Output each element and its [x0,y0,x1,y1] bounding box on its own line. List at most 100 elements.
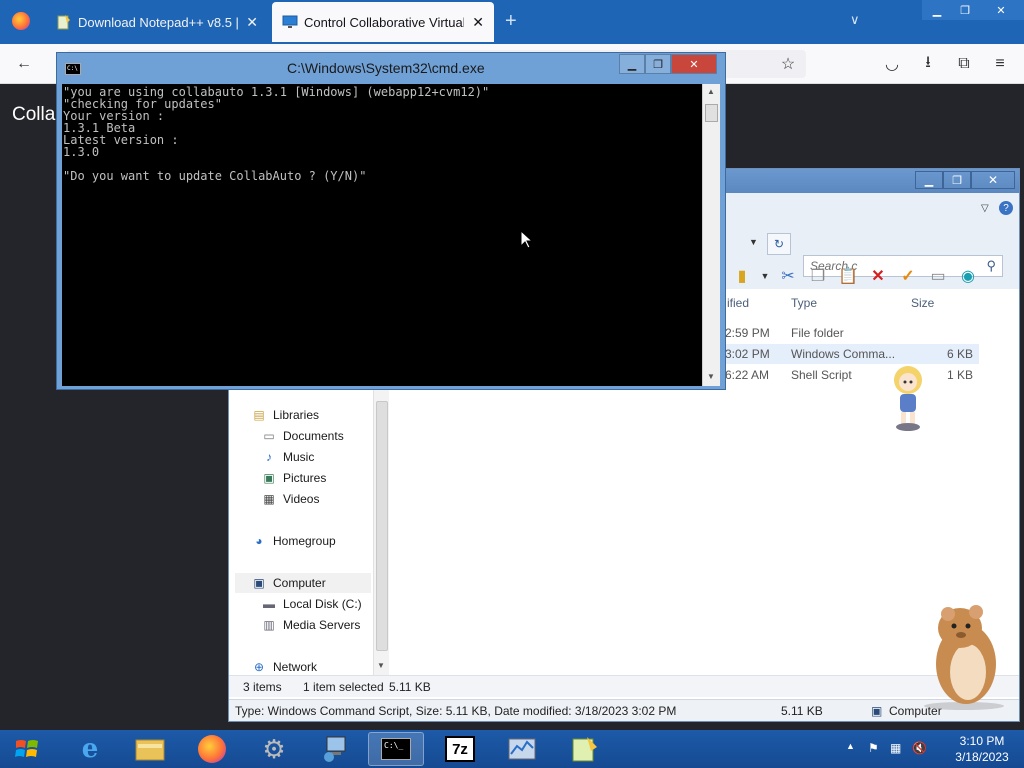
taskbar-app-file-explorer[interactable] [122,732,178,766]
column-header-date-modified[interactable]: ified [727,296,749,310]
item-count: 3 items [243,680,282,694]
nav-item-libraries[interactable]: ▤ Libraries [251,405,319,425]
close-icon[interactable]: ✕ [971,171,1015,189]
command-prompt-icon: C:\_ [381,738,411,760]
computer-icon: ▣ [253,576,265,590]
nav-label: Computer [273,576,326,590]
minimize-icon[interactable]: ▁ [619,54,645,74]
file-row[interactable]: 3:02 PM Windows Comma... 6 KB [719,344,979,364]
homegroup-icon: ◕ [255,534,263,548]
delete-icon[interactable]: ✕ [865,265,891,287]
taskbar-app-network-monitor[interactable] [494,732,550,766]
cmd-app-icon[interactable]: C:\ [65,63,81,75]
nav-item-computer[interactable]: ▣ Computer [235,573,371,593]
tab-close-icon[interactable]: ✕ [472,14,484,31]
view-dropdown-icon[interactable]: ▼ [759,265,771,287]
details-text: Type: Windows Command Script, Size: 5.11… [235,704,677,718]
address-dropdown-icon[interactable]: ▼ [749,237,758,247]
refresh-icon[interactable]: ↻ [767,233,791,255]
minimize-icon[interactable]: ▁ [915,171,943,189]
status-bar: 3 items 1 item selected 5.11 KB [229,675,1019,697]
taskbar-app-remote-desktop[interactable] [308,732,364,766]
nav-item-network[interactable]: ⊕ Network [251,657,317,677]
folder-view-icon[interactable]: ▮ [729,265,755,287]
firefox-menu-icon[interactable] [12,12,30,30]
taskbar-app-7zip[interactable]: 7z [432,732,488,766]
scroll-up-arrow-icon[interactable]: ▲ [707,87,715,96]
help-icon[interactable]: ? [999,201,1013,215]
taskbar-app-control-panel[interactable]: ⚙ [246,732,302,766]
desktop-pet-girl-icon[interactable] [886,364,930,432]
file-explorer-icon [135,739,165,761]
file-size: 6 KB [946,347,973,361]
nav-item-documents[interactable]: ▭ Documents [261,426,343,446]
console-scrollbar[interactable]: ▲ ▼ [702,84,720,386]
column-header-size[interactable]: Size [911,296,934,310]
ribbon-chevron-icon[interactable]: ▽ [981,203,989,214]
close-icon[interactable]: ✕ [671,54,717,74]
tab-notepadpp-download[interactable]: Download Notepad++ v8.5 | No ✕ [46,2,268,42]
cmd-titlebar[interactable]: C:\ C:\Windows\System32\cmd.exe ▁ ❐ ✕ [57,53,725,83]
maximize-icon[interactable]: ❐ [645,54,671,74]
nav-item-homegroup[interactable]: ◕ Homegroup [251,531,335,551]
rename-icon[interactable]: ▭ [925,265,951,287]
explorer-window-controls: ▁ ❐ ✕ [915,171,1015,189]
browser-tab-bar: Download Notepad++ v8.5 | No ✕ Control C… [0,0,1024,44]
column-header-type[interactable]: Type [791,296,817,310]
scroll-down-arrow-icon[interactable]: ▼ [707,372,715,381]
network-icon[interactable]: ◉ [955,265,981,287]
tab-title: Control Collaborative Virtual M [304,14,465,30]
copy-icon[interactable]: ❐ [805,265,831,287]
downloads-icon[interactable]: ⭳ [916,52,940,76]
close-icon[interactable]: ✕ [978,0,1024,20]
new-tab-icon[interactable]: + [505,10,517,33]
tab-close-icon[interactable]: ✕ [246,14,258,31]
paste-icon[interactable]: 📋 [835,265,861,287]
bookmark-star-icon[interactable]: ☆ [776,52,800,76]
taskbar-app-command-prompt[interactable]: C:\_ [368,732,424,766]
nav-item-pictures[interactable]: ▣ Pictures [261,468,326,488]
libraries-icon: ▤ [253,408,265,422]
start-button[interactable] [6,734,48,764]
scroll-down-arrow-icon[interactable]: ▼ [377,661,385,670]
volume-muted-icon[interactable]: 🔇 [912,741,927,755]
taskbar-app-notepad-plus-plus[interactable] [556,732,612,766]
clock-date[interactable]: 3/18/2023 [952,750,1012,764]
file-modified: 6:22 AM [725,368,770,382]
desktop-pet-hamster-icon[interactable] [918,602,1008,710]
nav-label: Libraries [273,408,320,422]
extensions-icon[interactable]: ⧉ [952,52,976,76]
taskbar-app-firefox[interactable] [184,732,240,766]
taskbar-app-internet-explorer[interactable]: e [62,732,118,766]
videos-icon: ▦ [263,492,275,506]
pocket-icon[interactable]: ◡ [880,52,904,76]
console-output[interactable]: "you are using collabauto 1.3.1 [Windows… [62,84,702,386]
scrollbar-thumb[interactable] [705,104,718,122]
back-arrow-icon[interactable]: ← [12,52,36,76]
tab-list-chevron-icon[interactable]: ∨ [850,12,860,28]
nav-item-media-servers[interactable]: ▥ Media Servers [261,615,360,635]
clock-time[interactable]: 3:10 PM [952,734,1012,748]
properties-check-icon[interactable]: ✓ [895,265,921,287]
nav-item-local-disk[interactable]: ▬ Local Disk (C:) [261,594,362,614]
nav-label: Media Servers [283,618,361,632]
show-hidden-icons-icon[interactable]: ▲ [846,741,855,751]
navigation-scrollbar[interactable]: ▼ [373,389,389,675]
maximize-icon[interactable]: ❐ [943,171,971,189]
minimize-icon[interactable]: ▁ [922,0,952,20]
cut-icon[interactable]: ✂ [775,265,801,287]
navigation-pane: ▤ Libraries ▭ Documents ♪ Music ▣ Pictur… [229,389,379,679]
maximize-icon[interactable]: ❐ [952,0,978,20]
hamburger-menu-icon[interactable]: ≡ [988,52,1012,76]
nav-item-videos[interactable]: ▦ Videos [261,489,319,509]
tab-collab-vm[interactable]: Control Collaborative Virtual M ✕ [272,2,494,42]
action-center-flag-icon[interactable]: ⚑ [868,741,879,755]
monitor-icon [282,15,298,28]
console-line: 1.3.0 [63,145,100,159]
file-row[interactable]: 2:59 PM File folder [719,323,979,343]
cmd-window-controls: ▁ ❐ ✕ [619,54,717,74]
file-row[interactable]: 6:22 AM Shell Script 1 KB [719,365,979,385]
scrollbar-thumb[interactable] [376,401,388,651]
nav-item-music[interactable]: ♪ Music [261,447,314,467]
network-status-icon[interactable]: ▦ [890,741,901,755]
